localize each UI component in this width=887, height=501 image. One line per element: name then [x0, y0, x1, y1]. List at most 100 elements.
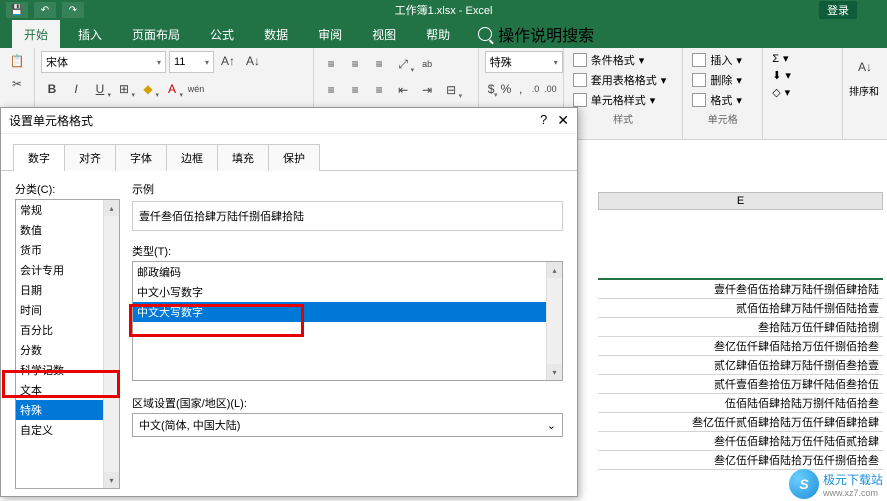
increase-indent-icon[interactable]: ⇥ [416, 80, 438, 100]
watermark-url: www.xz7.com [823, 488, 883, 498]
dialog-tab-border[interactable]: 边框 [166, 144, 218, 171]
bold-button[interactable]: B [41, 79, 63, 99]
tab-review[interactable]: 审阅 [306, 20, 354, 49]
dialog-tab-align[interactable]: 对齐 [64, 144, 116, 171]
sort-filter-button[interactable]: A↓ [849, 51, 881, 83]
app-title: 工作簿1.xlsx - Excel [395, 2, 493, 18]
increase-font-icon[interactable]: A↑ [217, 51, 239, 71]
tab-layout[interactable]: 页面布局 [120, 20, 192, 49]
dialog-tab-protect[interactable]: 保护 [268, 144, 320, 171]
scroll-up-icon[interactable]: ▴ [547, 262, 562, 278]
example-value: 壹仟叁佰伍拾肆万陆仟捌佰肆拾陆 [132, 201, 563, 231]
sigma-icon: Σ [772, 53, 779, 65]
delete-cells-button[interactable]: 删除 ▾ [689, 71, 756, 89]
cell[interactable]: 叁拾陆万伍仟肆佰陆拾捌 [598, 318, 883, 337]
merge-icon[interactable]: ⊟ [440, 80, 462, 100]
increase-decimal-icon[interactable]: .0 [529, 79, 542, 99]
cell[interactable]: 叁仟伍佰肆拾陆万伍仟陆佰贰拾肆 [598, 432, 883, 451]
tab-help[interactable]: 帮助 [414, 20, 462, 49]
login-button[interactable]: 登录 [819, 1, 857, 19]
dialog-title: 设置单元格格式 [9, 112, 93, 129]
type-scrollbar[interactable]: ▴ ▾ [546, 262, 562, 380]
tab-view[interactable]: 视图 [360, 20, 408, 49]
redo-icon[interactable]: ↷ [62, 2, 84, 18]
insert-icon [692, 53, 706, 67]
ribbon-tabs: 开始 插入 页面布局 公式 数据 审阅 视图 帮助 操作说明搜索 [0, 20, 887, 48]
type-chinese-upper[interactable]: 中文大写数字 [133, 302, 562, 322]
region-label: 区域设置(国家/地区)(L): [132, 395, 563, 411]
dialog-close-button[interactable]: ✕ [557, 112, 569, 129]
align-middle-icon[interactable]: ≡ [344, 54, 366, 74]
cell[interactable]: 贰亿肆佰伍拾肆万陆仟捌佰叁拾壹 [598, 356, 883, 375]
dialog-tab-number[interactable]: 数字 [13, 144, 65, 171]
percent-icon[interactable]: % [500, 79, 513, 99]
example-label: 示例 [132, 181, 563, 197]
font-color-button[interactable]: A [161, 79, 183, 99]
worksheet[interactable]: E 壹仟叁佰伍拾肆万陆仟捌佰肆拾陆 贰佰伍拾肆万陆仟捌佰陆拾壹 叁拾陆万伍仟肆佰… [578, 140, 887, 501]
cell[interactable]: 伍佰陆佰肆拾陆万捌仟陆佰拾叁 [598, 394, 883, 413]
currency-icon[interactable]: $ [485, 79, 498, 99]
type-postal[interactable]: 邮政编码 [133, 262, 562, 282]
italic-button[interactable]: I [65, 79, 87, 99]
dialog-help-button[interactable]: ? [540, 112, 547, 129]
phonetic-button[interactable]: wén [185, 79, 207, 99]
paste-button[interactable]: 📋 [6, 51, 28, 71]
cut-icon[interactable]: ✂ [6, 74, 28, 94]
dialog-tab-font[interactable]: 字体 [115, 144, 167, 171]
delete-icon [692, 73, 706, 87]
wrap-text-icon[interactable]: ab [416, 54, 438, 74]
dialog-tab-fill[interactable]: 填充 [217, 144, 269, 171]
scroll-down-icon[interactable]: ▾ [104, 472, 119, 488]
cell[interactable]: 贰仟壹佰叁拾伍万肆仟陆佰叁拾伍 [598, 375, 883, 394]
tab-formula[interactable]: 公式 [198, 20, 246, 49]
border-button[interactable]: ⊞ [113, 79, 135, 99]
undo-icon[interactable]: ↶ [34, 2, 56, 18]
cell[interactable]: 叁亿伍仟贰佰肆拾陆万伍仟肆佰肆拾肆 [598, 413, 883, 432]
category-label: 分类(C): [15, 181, 120, 197]
fill-down-icon: ⬇ [772, 69, 781, 82]
cell[interactable]: 叁亿伍仟肆佰陆拾万伍仟捌佰拾叁 [598, 337, 883, 356]
save-icon[interactable]: 💾 [6, 2, 28, 18]
titlebar: 💾 ↶ ↷ 工作簿1.xlsx - Excel 登录 [0, 0, 887, 20]
fill-color-button[interactable]: ◆ [137, 79, 159, 99]
font-name-combo[interactable]: 宋体▾ [41, 51, 166, 73]
align-left-icon[interactable]: ≡ [320, 80, 342, 100]
underline-button[interactable]: U [89, 79, 111, 99]
decrease-decimal-icon[interactable]: .00 [544, 79, 557, 99]
tab-insert[interactable]: 插入 [66, 20, 114, 49]
cell[interactable]: 壹仟叁佰伍拾肆万陆仟捌佰肆拾陆 [598, 278, 883, 299]
decrease-indent-icon[interactable]: ⇤ [392, 80, 414, 100]
type-chinese-lower[interactable]: 中文小写数字 [133, 282, 562, 302]
tab-home[interactable]: 开始 [12, 20, 60, 49]
category-scrollbar[interactable]: ▴ ▾ [103, 200, 119, 488]
align-center-icon[interactable]: ≡ [344, 80, 366, 100]
column-header-e[interactable]: E [598, 192, 883, 210]
tell-me-search[interactable]: 操作说明搜索 [478, 22, 594, 46]
category-list[interactable]: 常规 数值 货币 会计专用 日期 时间 百分比 分数 科学记数 文本 特殊 自定… [15, 199, 120, 489]
comma-icon[interactable]: , [514, 79, 527, 99]
scroll-up-icon[interactable]: ▴ [104, 200, 119, 216]
autosum-button[interactable]: Σ ▾ [769, 51, 836, 66]
conditional-format-button[interactable]: 条件格式 ▾ [570, 51, 677, 69]
format-cells-button[interactable]: 格式 ▾ [689, 91, 756, 109]
align-bottom-icon[interactable]: ≡ [368, 54, 390, 74]
lightbulb-icon [478, 27, 492, 41]
orientation-icon[interactable]: ⤢ [392, 54, 414, 74]
region-combo[interactable]: 中文(简体, 中国大陆) ⌄ [132, 413, 563, 437]
decrease-font-icon[interactable]: A↓ [242, 51, 264, 71]
table-format-button[interactable]: 套用表格格式 ▾ [570, 71, 677, 89]
cell-style-button[interactable]: 单元格样式 ▾ [570, 91, 677, 109]
scroll-down-icon[interactable]: ▾ [547, 364, 562, 380]
clear-button[interactable]: ◇ ▾ [769, 85, 836, 100]
cell[interactable]: 贰佰伍拾肆万陆仟捌佰陆拾壹 [598, 299, 883, 318]
tab-data[interactable]: 数据 [252, 20, 300, 49]
cell[interactable]: 叁亿伍仟肆佰陆拾万伍仟捌佰拾叁 [598, 451, 883, 470]
number-format-combo[interactable]: 特殊▾ [485, 51, 563, 73]
insert-cells-button[interactable]: 插入 ▾ [689, 51, 756, 69]
type-list[interactable]: 邮政编码 中文小写数字 中文大写数字 ▴ ▾ [132, 261, 563, 381]
font-size-combo[interactable]: 11▾ [169, 51, 214, 73]
align-top-icon[interactable]: ≡ [320, 54, 342, 74]
styles-group-label: 样式 [570, 109, 677, 126]
fill-button[interactable]: ⬇ ▾ [769, 68, 836, 83]
align-right-icon[interactable]: ≡ [368, 80, 390, 100]
